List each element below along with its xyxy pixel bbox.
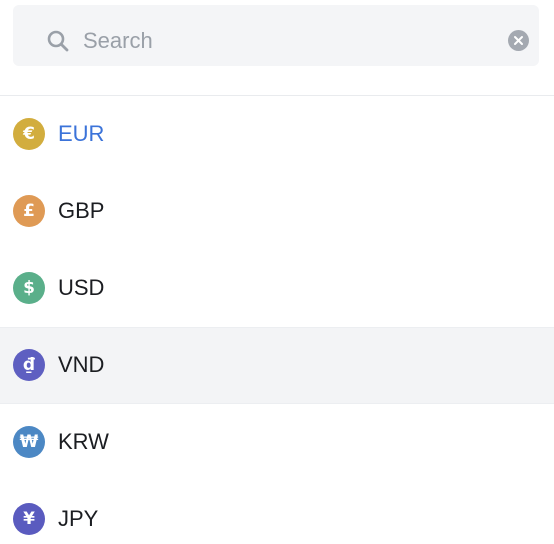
currency-item-krw[interactable]: ₩ KRW <box>0 404 554 481</box>
currency-code: USD <box>58 275 105 300</box>
currency-item-vnd[interactable]: ₫ VND <box>0 327 554 404</box>
currency-picker: € EUR £ GBP $ USD ₫ VND ₩ KRW ¥ JPY <box>0 0 554 544</box>
search-icon <box>46 29 70 53</box>
currency-code: VND <box>58 352 105 377</box>
currency-item-eur[interactable]: € EUR <box>0 96 554 173</box>
won-icon: ₩ <box>13 426 45 458</box>
dong-icon: ₫ <box>13 349 45 381</box>
currency-code: EUR <box>58 121 105 146</box>
search-section <box>0 0 554 96</box>
currency-code: JPY <box>58 506 99 531</box>
pound-icon: £ <box>13 195 45 227</box>
yen-icon: ¥ <box>13 503 45 535</box>
clear-search-icon[interactable] <box>508 30 529 51</box>
euro-icon: € <box>13 118 45 150</box>
search-box[interactable] <box>13 5 539 66</box>
currency-item-gbp[interactable]: £ GBP <box>0 173 554 250</box>
currency-item-usd[interactable]: $ USD <box>0 250 554 327</box>
currency-code: GBP <box>58 198 105 223</box>
currency-item-jpy[interactable]: ¥ JPY <box>0 481 554 544</box>
currency-list: € EUR £ GBP $ USD ₫ VND ₩ KRW ¥ JPY <box>0 96 554 544</box>
search-input[interactable] <box>83 23 483 59</box>
dollar-icon: $ <box>13 272 45 304</box>
currency-code: KRW <box>58 429 109 454</box>
